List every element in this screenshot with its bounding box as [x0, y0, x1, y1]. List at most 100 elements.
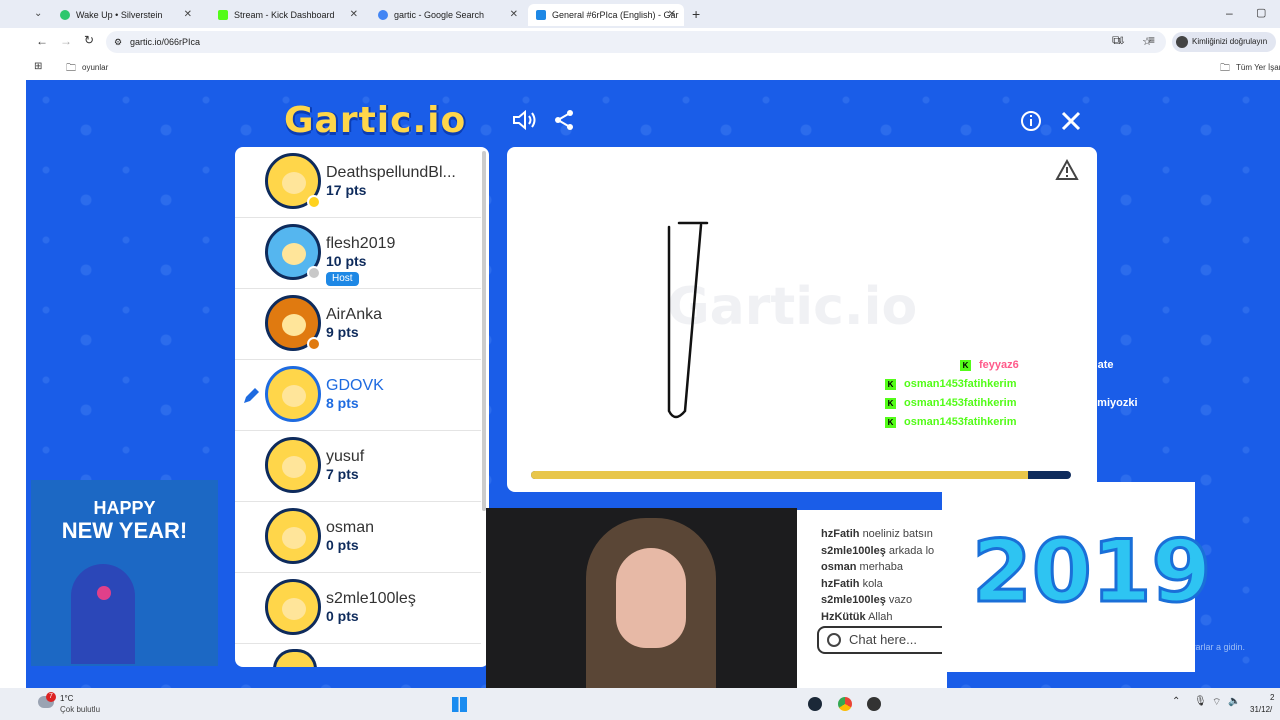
- gartic-icon: [536, 10, 546, 20]
- folder-icon: 🗀: [1220, 63, 1230, 74]
- notification-badge: 7: [46, 692, 56, 702]
- reload-icon[interactable]: ↻: [84, 33, 94, 47]
- tab-gartic[interactable]: General #6rPIca (English) - Gar ✕: [528, 4, 684, 26]
- chat-user: hzFatih: [821, 528, 860, 540]
- player-points: 0 pts: [326, 608, 359, 624]
- chat-message: s2mle100leş vazo: [821, 592, 947, 609]
- address-bar[interactable]: ⚙ gartic.io/066rPIca ⇩ ☆: [106, 31, 1166, 53]
- tab-label: Stream - Kick Dashboard: [234, 10, 335, 20]
- chat-user: s2mle100leş: [821, 594, 886, 606]
- avatar: [265, 366, 321, 422]
- back-icon[interactable]: ←: [36, 34, 48, 48]
- bookmark-folder-oyunlar[interactable]: oyunlar: [82, 63, 108, 72]
- volume-icon[interactable]: 🔈: [1228, 696, 1240, 707]
- player-points: 7 pts: [326, 466, 359, 482]
- close-icon[interactable]: [1060, 110, 1082, 132]
- chat-bubble-icon: [827, 633, 841, 647]
- player-name: DeathspellundBl...: [326, 164, 456, 181]
- avatar: [265, 295, 321, 351]
- player-row[interactable]: s2mle100leş 0 pts: [235, 573, 481, 644]
- overlay-user: osman1453fatihkerim: [904, 397, 1017, 409]
- overlay-user: feyyaz6: [979, 359, 1019, 371]
- overlay-chat-line: Kfeyyaz6 fleshondtranslate: [960, 359, 1114, 371]
- overlay-user: osman1453fatihkerim: [904, 378, 1017, 390]
- status-dot: [307, 266, 321, 280]
- player-name: AirAnka: [326, 306, 383, 323]
- drawing-canvas[interactable]: Gartic.io: [507, 147, 1097, 492]
- windows-start-icon[interactable]: [452, 697, 467, 712]
- player-points: 10 pts: [326, 253, 367, 269]
- chat-text: Allah: [868, 610, 893, 623]
- maximize-icon[interactable]: ▢: [1256, 6, 1266, 19]
- newyear-line2: NEW YEAR!: [61, 518, 188, 543]
- chat-input[interactable]: Chat here...: [817, 626, 957, 654]
- tab-search-chevron-icon[interactable]: ⌄: [34, 8, 42, 19]
- tab-kick-dashboard[interactable]: Stream - Kick Dashboard ✕: [210, 4, 366, 26]
- tab-wake-up[interactable]: Wake Up • Silverstein ✕: [52, 4, 200, 26]
- minimize-icon[interactable]: –: [1226, 6, 1233, 20]
- steam-icon[interactable]: [808, 697, 822, 711]
- site-info-icon[interactable]: ⚙: [114, 31, 122, 53]
- chat-user: HzKütük: [821, 610, 866, 623]
- chat-text: vazo: [888, 594, 913, 606]
- close-icon[interactable]: ✕: [668, 9, 676, 20]
- info-icon[interactable]: [1020, 110, 1042, 132]
- profile-button[interactable]: Kimliğinizi doğrulayın: [1172, 32, 1276, 52]
- player-row-drawing[interactable]: GDOVK 8 pts: [235, 360, 481, 431]
- mic-icon[interactable]: 🎙: [1194, 696, 1207, 707]
- close-icon[interactable]: ✕: [184, 9, 192, 20]
- player-drawing: [667, 221, 709, 419]
- player-name: yusuf: [326, 448, 365, 465]
- player-row-partial: [273, 649, 317, 667]
- apps-icon[interactable]: ⊞: [34, 61, 42, 72]
- chat-user: osman: [821, 561, 857, 573]
- kick-icon: K: [960, 360, 971, 371]
- pencil-icon: [244, 388, 259, 403]
- player-row[interactable]: yusuf 7 pts: [235, 431, 481, 502]
- player-row[interactable]: DeathspellundBl... 17 pts: [235, 147, 481, 218]
- app-icon[interactable]: [867, 697, 881, 711]
- new-tab-button[interactable]: +: [692, 6, 700, 22]
- players-scrollbar[interactable]: [482, 151, 486, 511]
- sound-icon[interactable]: [512, 109, 538, 131]
- tab-google-search[interactable]: gartic - Google Search ✕: [370, 4, 526, 26]
- player-row[interactable]: flesh2019 10 pts Host: [235, 218, 481, 289]
- year-text: 2019: [970, 521, 1212, 624]
- google-icon: [378, 10, 388, 20]
- wifi-icon[interactable]: ⌔: [1212, 696, 1221, 709]
- share-icon[interactable]: [553, 109, 575, 131]
- toolbar: ← → ↻ ⚙ gartic.io/066rPIca ⇩ ☆ ⧉ ≡ Kimli…: [0, 28, 1280, 56]
- chat-text: arkada lo: [888, 544, 935, 557]
- streamer-face: [616, 548, 686, 648]
- taskbar: 7 1°C Çok bulutlu ⌃ 🎙 ⌔ 🔈 2 31/12/: [0, 688, 1280, 720]
- timer-fill: [531, 471, 1028, 479]
- overlay-user: osman1453fatihkerim: [904, 416, 1017, 428]
- avatar: [265, 579, 321, 635]
- player-row[interactable]: AirAnka 9 pts: [235, 289, 481, 360]
- forward-icon[interactable]: →: [60, 34, 72, 48]
- close-icon[interactable]: ✕: [510, 9, 518, 20]
- clock-date: 31/12/: [1250, 705, 1273, 714]
- chat-text: kola: [862, 577, 883, 590]
- players-list: DeathspellundBl... 17 pts flesh2019 10 p…: [235, 147, 489, 667]
- tray-chevron-icon[interactable]: ⌃: [1172, 696, 1180, 707]
- player-row[interactable]: osman 0 pts: [235, 502, 481, 573]
- chat-panel: hzFatih noeliniz batsın s2mle100leş arka…: [797, 510, 957, 688]
- status-dot: [307, 195, 321, 209]
- chrome-icon[interactable]: [838, 697, 852, 711]
- close-icon[interactable]: ✕: [350, 9, 358, 20]
- reading-list-icon[interactable]: ≡: [1148, 33, 1155, 47]
- chat-placeholder: Chat here...: [849, 632, 917, 647]
- extensions-icon[interactable]: ⧉: [1112, 33, 1121, 48]
- tab-strip: ⌄ Wake Up • Silverstein ✕ Stream - Kick …: [0, 0, 1280, 28]
- chat-message: hzFatih noeliniz batsın: [821, 526, 947, 543]
- overlay-msg: ingilizce aç ış: [1019, 378, 1091, 390]
- host-badge: Host: [326, 272, 359, 286]
- avatar: [265, 153, 321, 209]
- overlay-chat-line: Kosman1453fatihkerim ingilizce aç ış: [885, 378, 1090, 390]
- music-icon: [60, 10, 70, 20]
- report-warning-icon[interactable]: [1055, 159, 1079, 181]
- bookmarks-bar: ⊞ 🗀 oyunlar 🗀 Tüm Yer İşar: [0, 56, 1280, 80]
- kick-icon: K: [885, 379, 896, 390]
- all-bookmarks[interactable]: Tüm Yer İşar: [1236, 63, 1280, 72]
